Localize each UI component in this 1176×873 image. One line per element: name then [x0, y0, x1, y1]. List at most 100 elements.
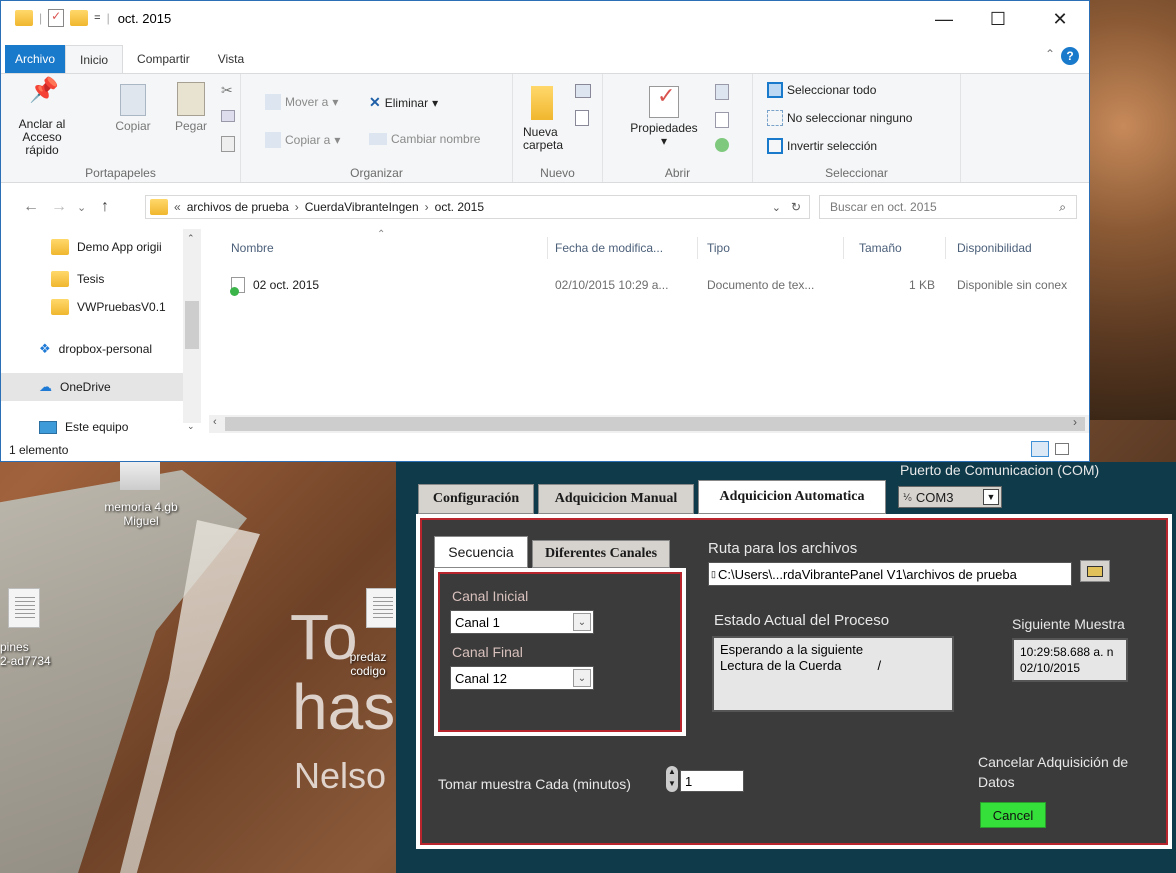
large-icons-view-icon[interactable]: [1055, 443, 1069, 455]
window-title: oct. 2015: [117, 10, 172, 26]
column-header-nombre[interactable]: Nombre: [231, 241, 274, 255]
chevron-down-icon[interactable]: ⌄: [573, 669, 591, 687]
scroll-right-icon[interactable]: ›: [1073, 415, 1077, 429]
desktop-file-icon[interactable]: [8, 588, 40, 628]
canal-inicial-select[interactable]: Canal 1 ⌄: [450, 610, 594, 634]
tab-adquicicion-manual[interactable]: Adquicicion Manual: [538, 484, 694, 514]
chevron-down-icon[interactable]: ⌄: [573, 613, 591, 631]
desktop-icon-label[interactable]: predaz codigo: [340, 650, 396, 678]
nav-item-onedrive[interactable]: ☁ OneDrive: [1, 373, 183, 401]
overflow-crumb[interactable]: «: [174, 200, 181, 214]
column-separator[interactable]: [697, 237, 698, 259]
desktop-icon-label[interactable]: memoria 4.gb Miguel: [86, 500, 196, 528]
tomar-muestra-input[interactable]: 1: [680, 770, 744, 792]
tab-adquicicion-automatica[interactable]: Adquicicion Automatica: [698, 480, 886, 514]
scroll-up-icon[interactable]: ⌃: [187, 233, 195, 244]
properties-button[interactable]: Propiedades ▾: [621, 86, 707, 148]
help-icon[interactable]: ?: [1061, 47, 1079, 65]
properties-icon[interactable]: [48, 9, 65, 27]
paste-button[interactable]: Pegar: [169, 82, 213, 133]
pin-quick-access-button[interactable]: 📌 Anclar al Acceso rápido: [7, 79, 77, 157]
edit-icon[interactable]: [715, 112, 729, 128]
new-folder-button[interactable]: Nueva carpeta: [523, 86, 567, 152]
search-input[interactable]: Buscar en oct. 2015 ⌕: [819, 195, 1077, 219]
chevron-down-icon: ▾: [660, 134, 668, 148]
easy-access-icon[interactable]: [575, 110, 589, 126]
desktop-file-icon[interactable]: [120, 462, 160, 490]
subtab-diferentes-canales[interactable]: Diferentes Canales: [532, 540, 670, 568]
copy-to-button[interactable]: Copiar a ▾: [265, 132, 340, 148]
tab-configuracion[interactable]: Configuración: [418, 484, 534, 514]
select-none-button[interactable]: No seleccionar ninguno: [767, 110, 912, 126]
new-folder-icon[interactable]: [70, 10, 89, 26]
chevron-right-icon[interactable]: ›: [425, 200, 429, 214]
desktop-file-icon[interactable]: [366, 588, 398, 628]
scroll-left-icon[interactable]: ‹: [213, 416, 217, 428]
horizontal-scrollbar[interactable]: ‹: [209, 415, 1089, 433]
scrollbar-thumb[interactable]: [185, 301, 199, 349]
refresh-icon[interactable]: ↻: [791, 200, 801, 214]
chevron-right-icon[interactable]: ›: [295, 200, 299, 214]
nav-item-dropbox[interactable]: ❖ dropbox-personal: [1, 335, 183, 363]
copy-button[interactable]: Copiar: [111, 84, 155, 133]
tab-inicio[interactable]: Inicio: [65, 45, 124, 73]
nav-scrollbar[interactable]: ⌃ ⌄: [183, 229, 201, 431]
invert-selection-icon: [767, 138, 783, 154]
table-row[interactable]: 02 oct. 2015 02/10/2015 10:29 a... Docum…: [213, 273, 1089, 297]
maximize-button[interactable]: ☐: [975, 1, 1021, 37]
chevron-down-icon[interactable]: ⌄: [772, 201, 781, 214]
forward-arrow-icon[interactable]: →: [51, 198, 67, 216]
column-header-disponibilidad[interactable]: Disponibilidad: [957, 241, 1032, 255]
delete-button[interactable]: ✕ Eliminar ▾: [369, 94, 438, 111]
minimize-button[interactable]: —: [921, 1, 967, 37]
rename-button[interactable]: Cambiar nombre: [369, 132, 480, 146]
desktop-icon-label[interactable]: pines 2-ad7734: [0, 640, 60, 668]
column-header-tipo[interactable]: Tipo: [707, 241, 730, 255]
nav-item-vwpruebas[interactable]: VWPruebasV0.1: [1, 293, 183, 321]
open-icon[interactable]: [715, 84, 729, 100]
address-bar[interactable]: « archivos de prueba › CuerdaVibranteIng…: [145, 195, 810, 219]
move-to-button[interactable]: Mover a ▾: [265, 94, 338, 110]
customize-toolbar-button[interactable]: =: [94, 12, 100, 24]
stepper-icon[interactable]: ▲ ▼: [666, 766, 678, 792]
ruta-input[interactable]: ▯ C:\Users\...rdaVibrantePanel V1\archiv…: [708, 562, 1072, 586]
column-header-tamano[interactable]: Tamaño: [859, 241, 902, 255]
subtab-secuencia[interactable]: Secuencia: [434, 536, 528, 568]
column-separator[interactable]: [945, 237, 946, 259]
up-arrow-icon[interactable]: ↑: [101, 198, 109, 216]
cut-icon[interactable]: ✂: [221, 82, 233, 99]
history-icon[interactable]: [715, 138, 729, 152]
search-icon[interactable]: ⌕: [1059, 200, 1066, 215]
copy-path-icon[interactable]: [221, 110, 235, 122]
collapse-ribbon-icon[interactable]: ⌃: [1045, 47, 1055, 61]
title-bar[interactable]: | = | oct. 2015 — ☐ ✕: [1, 1, 1089, 41]
nav-item-demo-app[interactable]: Demo App origii: [1, 233, 183, 261]
invert-selection-button[interactable]: Invertir selección: [767, 138, 877, 154]
chevron-down-icon[interactable]: ▼: [983, 489, 999, 505]
browse-button[interactable]: [1080, 560, 1110, 582]
tab-vista[interactable]: Vista: [204, 45, 258, 73]
recent-locations-icon[interactable]: ⌄: [77, 201, 86, 214]
cancel-button[interactable]: Cancel: [980, 802, 1046, 828]
nav-item-tesis[interactable]: Tesis: [1, 265, 183, 293]
select-all-button[interactable]: Seleccionar todo: [767, 82, 876, 98]
scrollbar-thumb[interactable]: [225, 417, 1085, 431]
column-separator[interactable]: [547, 237, 548, 259]
copy-to-icon: [265, 132, 281, 148]
canal-final-select[interactable]: Canal 12 ⌄: [450, 666, 594, 690]
paste-shortcut-icon[interactable]: [221, 136, 235, 152]
breadcrumb-item[interactable]: CuerdaVibranteIngen: [305, 200, 419, 214]
column-header-fecha[interactable]: Fecha de modifica...: [555, 241, 663, 255]
breadcrumb-item[interactable]: archivos de prueba: [187, 200, 289, 214]
close-button[interactable]: ✕: [1037, 1, 1083, 37]
breadcrumb-item[interactable]: oct. 2015: [435, 200, 484, 214]
back-arrow-icon[interactable]: ←: [23, 198, 39, 216]
column-separator[interactable]: [843, 237, 844, 259]
tab-compartir[interactable]: Compartir: [123, 45, 204, 73]
nav-item-este-equipo[interactable]: Este equipo: [1, 413, 183, 441]
new-item-icon[interactable]: [575, 84, 591, 98]
tab-archivo[interactable]: Archivo: [5, 45, 66, 73]
scroll-down-icon[interactable]: ⌄: [187, 421, 195, 432]
details-view-icon[interactable]: [1031, 441, 1049, 457]
com-port-select[interactable]: ⅟₀ COM3 ▼: [898, 486, 1002, 508]
